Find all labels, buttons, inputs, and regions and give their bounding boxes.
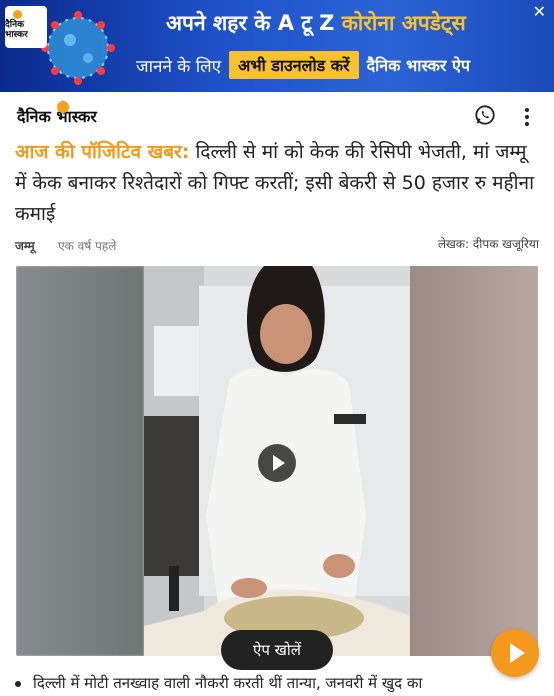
logo-dot-icon (57, 101, 69, 113)
banner-logo: दैनिक भास्कर (5, 6, 47, 48)
banner-headline: अपने शहर के A टू Z कोरोना अपडेट्स (166, 11, 466, 35)
banner-brand: दैनिक भास्कर ऐप (366, 56, 470, 75)
download-app-banner[interactable]: दैनिक भास्कर अपने शहर के A टू Z कोरोना अ… (0, 0, 554, 92)
whatsapp-share-icon[interactable] (474, 104, 496, 126)
video-blur-left (16, 266, 144, 656)
article-headline: आज की पॉजिटिव खबर: दिल्ली से मां को केक … (15, 137, 540, 230)
summary-bullet: दिल्ली में मोटी तनख्वाह वाली नौकरी करती … (15, 673, 485, 693)
headline-tag: आज की पॉजिटिव खबर: (15, 141, 190, 163)
more-options-icon[interactable] (524, 108, 530, 126)
bullet-icon (15, 680, 21, 687)
site-header: दैनिक भास्कर (0, 92, 554, 138)
video-play-button[interactable] (258, 444, 296, 482)
video-blur-right (410, 266, 538, 656)
play-floating-button[interactable] (491, 629, 539, 677)
site-logo[interactable]: दैनिक भास्कर (17, 101, 97, 127)
open-app-button[interactable]: ऐप खोलें (221, 630, 333, 670)
article-timestamp: एक वर्ष पहले (58, 239, 117, 253)
close-icon[interactable]: ✕ (533, 2, 546, 21)
download-now-button[interactable]: अभी डाउनलोड करें (229, 51, 359, 79)
article-author[interactable]: लेखक: दीपक खजूरिया (438, 235, 539, 252)
banner-subline: जानने के लिए अभी डाउनलोड करें दैनिक भास्… (136, 50, 470, 80)
article-location[interactable]: जम्मू (15, 237, 35, 254)
